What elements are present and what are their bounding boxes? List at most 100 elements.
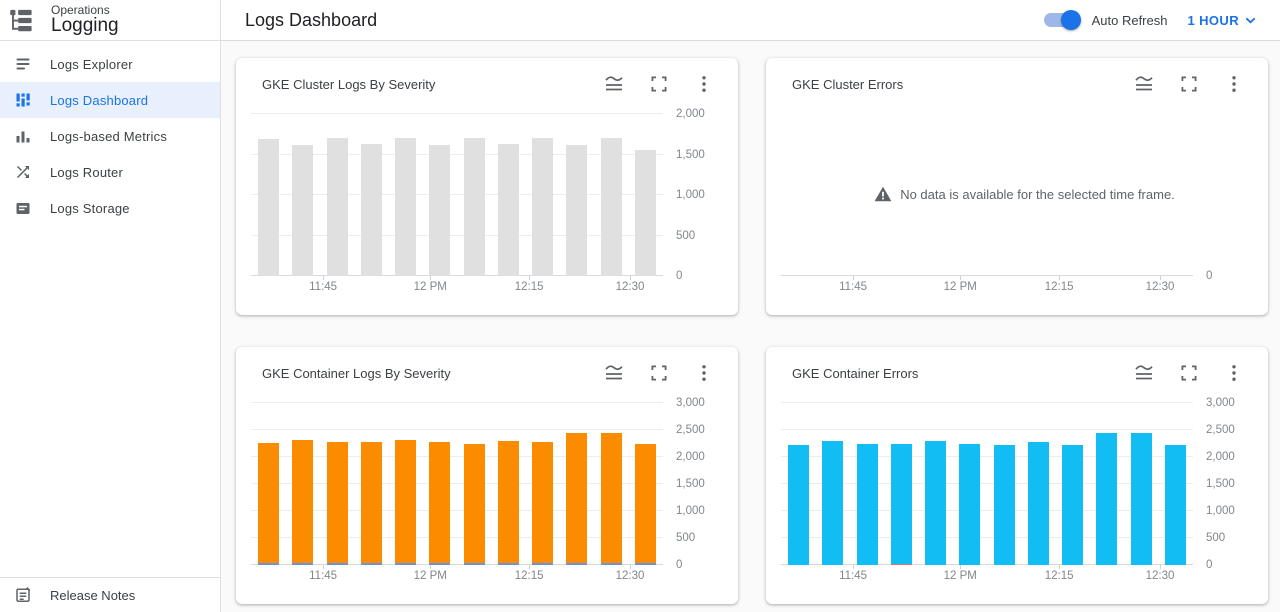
x-axis-labels: 11:4512 PM12:1512:30 bbox=[781, 565, 1193, 587]
time-range-selector[interactable]: 1 HOUR bbox=[1187, 13, 1256, 28]
metrics-explorer-icon[interactable] bbox=[1134, 74, 1154, 94]
x-axis-labels: 11:4512 PM12:1512:30 bbox=[251, 565, 663, 587]
x-tick-label: 12 PM bbox=[414, 281, 447, 293]
more-options-icon[interactable] bbox=[694, 363, 714, 383]
bar[interactable] bbox=[464, 138, 485, 276]
service-name: Logging bbox=[51, 16, 119, 36]
bar-series bbox=[251, 403, 663, 565]
bar[interactable] bbox=[395, 440, 416, 565]
bar-segment bbox=[925, 441, 946, 565]
warning-icon bbox=[874, 186, 892, 202]
x-tick-label: 12:15 bbox=[1045, 281, 1074, 293]
more-options-icon[interactable] bbox=[694, 74, 714, 94]
sidebar-item-label: Logs Router bbox=[50, 165, 123, 180]
bar[interactable] bbox=[601, 433, 622, 565]
sidebar-item-logs-storage[interactable]: Logs Storage bbox=[0, 190, 220, 226]
sidebar-item-logs-based-metrics[interactable]: Logs-based Metrics bbox=[0, 118, 220, 154]
logs-based-metrics-icon bbox=[14, 127, 32, 145]
bar[interactable] bbox=[498, 441, 519, 565]
bar[interactable] bbox=[532, 442, 553, 565]
bar[interactable] bbox=[429, 145, 450, 276]
x-tick-label: 12:30 bbox=[1146, 281, 1175, 293]
bar[interactable] bbox=[601, 138, 622, 276]
y-tick-label: 2,000 bbox=[1206, 451, 1235, 463]
bar[interactable] bbox=[566, 145, 587, 276]
bar[interactable] bbox=[327, 138, 348, 276]
bar[interactable] bbox=[498, 144, 519, 276]
x-tick-label: 11:45 bbox=[309, 570, 337, 582]
fullscreen-icon[interactable] bbox=[649, 74, 669, 94]
bar[interactable] bbox=[925, 441, 946, 565]
bar[interactable] bbox=[994, 445, 1015, 565]
y-tick-label: 2,000 bbox=[676, 108, 705, 120]
bar[interactable] bbox=[429, 442, 450, 565]
metrics-explorer-icon[interactable] bbox=[604, 74, 624, 94]
y-tick-label: 0 bbox=[676, 270, 682, 282]
bar[interactable] bbox=[891, 444, 912, 565]
bar[interactable] bbox=[1096, 433, 1117, 565]
bar-series bbox=[781, 403, 1193, 565]
bar[interactable] bbox=[258, 139, 279, 276]
bar-segment bbox=[1096, 433, 1117, 565]
card-gke-cluster-logs-by-severity: GKE Cluster Logs By Severity 05001,0001,… bbox=[236, 58, 738, 315]
x-tick-label: 12:15 bbox=[515, 570, 544, 582]
more-options-icon[interactable] bbox=[1224, 363, 1244, 383]
more-options-icon[interactable] bbox=[1224, 74, 1244, 94]
sidebar-item-logs-router[interactable]: Logs Router bbox=[0, 154, 220, 190]
bar-segment bbox=[498, 441, 519, 563]
chart-area: 05001,0001,5002,0002,5003,000 11:4512 PM… bbox=[781, 403, 1268, 565]
bar[interactable] bbox=[532, 138, 553, 276]
x-tick-label: 11:45 bbox=[309, 281, 337, 293]
bar[interactable] bbox=[1131, 433, 1152, 565]
bar-segment bbox=[532, 442, 553, 563]
bar-segment bbox=[822, 441, 843, 565]
bar[interactable] bbox=[822, 441, 843, 565]
bar[interactable] bbox=[327, 442, 348, 565]
sidebar-item-logs-dashboard[interactable]: Logs Dashboard bbox=[0, 82, 220, 118]
release-notes-icon bbox=[14, 586, 32, 604]
bar[interactable] bbox=[788, 445, 809, 565]
fullscreen-icon[interactable] bbox=[1179, 74, 1199, 94]
y-tick-label: 0 bbox=[676, 559, 682, 571]
fullscreen-icon[interactable] bbox=[649, 363, 669, 383]
bar-segment bbox=[395, 138, 416, 276]
bar[interactable] bbox=[464, 444, 485, 565]
bar[interactable] bbox=[1165, 445, 1186, 565]
bar-segment bbox=[361, 442, 382, 563]
y-tick-label: 2,500 bbox=[1206, 424, 1235, 436]
auto-refresh-toggle[interactable] bbox=[1044, 13, 1078, 27]
bar[interactable] bbox=[566, 433, 587, 565]
bar[interactable] bbox=[635, 150, 656, 276]
bar[interactable] bbox=[361, 442, 382, 565]
bar-segment bbox=[498, 144, 519, 276]
y-tick-label: 0 bbox=[1206, 559, 1212, 571]
bar-segment bbox=[327, 442, 348, 563]
sidebar-item-label: Logs-based Metrics bbox=[50, 129, 167, 144]
x-tick-label: 11:45 bbox=[839, 570, 867, 582]
bar-segment bbox=[1165, 445, 1186, 565]
bar[interactable] bbox=[1062, 445, 1083, 565]
bar[interactable] bbox=[292, 145, 313, 276]
bar-segment bbox=[601, 433, 622, 563]
bar-segment bbox=[327, 138, 348, 276]
y-tick-label: 0 bbox=[1206, 270, 1212, 282]
page-title: Logs Dashboard bbox=[245, 10, 377, 31]
metrics-explorer-icon[interactable] bbox=[1134, 363, 1154, 383]
bar[interactable] bbox=[292, 440, 313, 565]
sidebar-item-logs-explorer[interactable]: Logs Explorer bbox=[0, 46, 220, 82]
metrics-explorer-icon[interactable] bbox=[604, 363, 624, 383]
bar[interactable] bbox=[258, 443, 279, 565]
sidebar-item-release-notes[interactable]: Release Notes bbox=[0, 577, 220, 612]
logs-storage-icon bbox=[14, 199, 32, 217]
bar[interactable] bbox=[635, 444, 656, 565]
bar[interactable] bbox=[959, 444, 980, 565]
y-axis-labels: 05001,0001,5002,000 bbox=[668, 114, 738, 276]
fullscreen-icon[interactable] bbox=[1179, 363, 1199, 383]
bar[interactable] bbox=[361, 144, 382, 276]
toggle-knob bbox=[1061, 10, 1081, 30]
bar[interactable] bbox=[1028, 442, 1049, 565]
dashboard-grid: GKE Cluster Logs By Severity 05001,0001,… bbox=[221, 41, 1280, 612]
bar[interactable] bbox=[395, 138, 416, 276]
bar[interactable] bbox=[857, 444, 878, 566]
bar-segment bbox=[292, 440, 313, 563]
